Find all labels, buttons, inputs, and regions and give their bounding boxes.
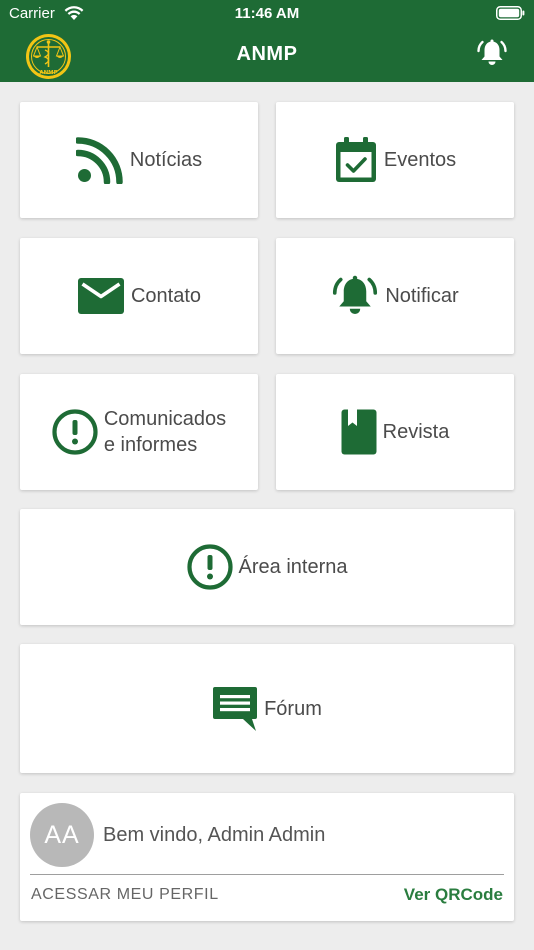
forum-message-icon — [213, 686, 258, 731]
welcome-text: Bem vindo, Admin Admin — [103, 824, 326, 846]
battery-icon — [496, 6, 525, 20]
avatar[interactable]: AA — [30, 803, 94, 867]
rss-icon — [75, 137, 123, 184]
tile-notificar[interactable]: Notificar — [276, 238, 514, 354]
tile-comunicados-label: Comunicados e informes — [103, 408, 227, 456]
svg-text:ANMP: ANMP — [39, 70, 57, 76]
divider — [30, 874, 504, 875]
book-icon — [341, 409, 377, 455]
view-qrcode-link[interactable]: Ver QRCode — [404, 885, 503, 905]
tile-area-interna-label: Área interna — [238, 556, 348, 578]
tile-noticias[interactable]: Notícias — [20, 102, 258, 218]
alert-circle-icon — [52, 409, 98, 455]
tile-area-interna[interactable]: Área interna — [20, 509, 514, 625]
tile-comunicados[interactable]: Comunicados e informes — [20, 374, 258, 490]
page-title: ANMP — [236, 43, 298, 65]
bell-ringing-icon — [333, 275, 378, 314]
header: Carrier 11:46 AM ANMP ANMP — [0, 0, 534, 82]
tile-forum-label: Fórum — [264, 697, 322, 720]
tile-revista-label: Revista — [382, 421, 450, 443]
access-profile-link[interactable]: ACESSAR MEU PERFIL — [31, 886, 219, 904]
calendar-check-icon — [335, 137, 376, 182]
tile-contato[interactable]: Contato — [20, 238, 258, 354]
app-screen: Carrier 11:46 AM ANMP ANMP Notícias Even… — [0, 0, 534, 950]
tile-notificar-label: Notificar — [385, 285, 459, 307]
notification-bell-icon[interactable] — [476, 37, 508, 69]
tile-revista[interactable]: Revista — [276, 374, 514, 490]
nav-bar: ANMP ANMP — [0, 28, 534, 82]
envelope-icon — [77, 278, 124, 314]
tile-noticias-label: Notícias — [129, 149, 203, 171]
tile-forum[interactable]: Fórum — [20, 644, 514, 773]
tile-contato-label: Contato — [130, 285, 202, 307]
status-bar: Carrier 11:46 AM — [0, 0, 534, 28]
profile-card: AA Bem vindo, Admin Admin ACESSAR MEU PE… — [20, 793, 514, 921]
alert-circle-icon — [186, 544, 233, 590]
tile-eventos-label: Eventos — [383, 149, 457, 171]
tile-eventos[interactable]: Eventos — [276, 102, 514, 218]
status-time: 11:46 AM — [234, 5, 300, 22]
